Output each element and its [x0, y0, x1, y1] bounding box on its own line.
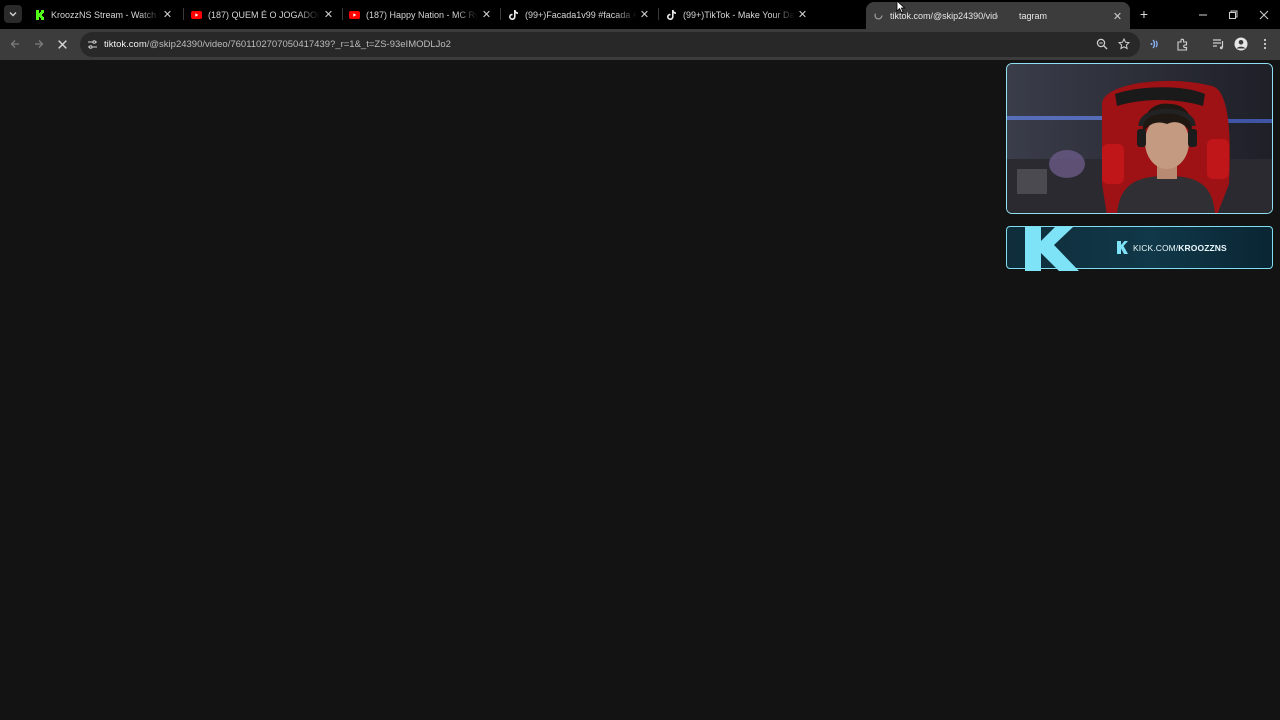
address-bar[interactable]: tiktok.com/@skip24390/video/760110270705… [80, 32, 1140, 57]
kick-channel-name: KROOZZNS [1178, 243, 1227, 253]
tab-title-tail: tagram [1019, 11, 1048, 21]
new-tab-button[interactable]: + [1137, 7, 1151, 21]
mouse-cursor-icon [896, 0, 906, 14]
forward-button[interactable] [31, 36, 47, 52]
tab-tiktok-make-your-day[interactable]: (99+)TikTok - Make Your Day ✕ [659, 0, 816, 29]
close-icon [57, 39, 67, 49]
webcam-scene [1007, 64, 1272, 213]
tab-happy-nation[interactable]: (187) Happy Nation - MC Ryan ✕ [343, 0, 500, 29]
minimize-icon [1199, 14, 1207, 15]
url-path: /@skip24390/video/7601102707050417439?_r… [146, 39, 451, 50]
chevron-down-icon [9, 12, 17, 17]
kick-icon [1117, 241, 1128, 254]
close-icon[interactable]: ✕ [323, 9, 334, 21]
tiktok-icon [508, 9, 519, 20]
extensions-icon[interactable] [1174, 36, 1190, 52]
arrow-right-icon [35, 40, 44, 48]
tab-title: (99+)TikTok - Make Your Day [683, 9, 795, 20]
youtube-icon [191, 9, 202, 20]
close-window-button[interactable] [1249, 0, 1279, 29]
tab-facada[interactable]: (99+)Facada1v99 #facada #facada ✕ [501, 0, 658, 29]
zoom-icon[interactable] [1094, 36, 1110, 52]
close-icon[interactable]: ✕ [797, 9, 808, 21]
tab-title: KroozzNS Stream - Watch Live [51, 9, 161, 20]
minimize-button[interactable] [1188, 0, 1218, 29]
close-icon[interactable]: ✕ [481, 9, 492, 21]
close-icon[interactable]: ✕ [1112, 11, 1123, 23]
tiktok-icon [666, 9, 677, 20]
read-aloud-icon[interactable] [1149, 36, 1165, 52]
restore-button[interactable] [1218, 0, 1248, 29]
tab-title: (187) QUEM É O JOGADOR PRO [208, 9, 320, 20]
loading-icon [873, 10, 884, 21]
tab-strip: KroozzNS Stream - Watch Live ✕ (187) QUE… [0, 0, 1280, 29]
kick-channel-banner: KICK.COM/KROOZZNS [1006, 226, 1273, 271]
close-icon [1259, 10, 1269, 19]
stop-loading-button[interactable] [54, 36, 70, 52]
profile-avatar-icon[interactable] [1233, 36, 1249, 52]
plus-icon: + [1139, 6, 1149, 22]
arrow-left-icon [10, 40, 19, 48]
youtube-icon [349, 9, 360, 20]
kick-logo-icon [1025, 227, 1079, 271]
kick-url-prefix: KICK.COM/ [1133, 243, 1179, 253]
tab-title: (187) Happy Nation - MC Ryan [366, 9, 478, 20]
kick-channel-url: KICK.COM/KROOZZNS [1133, 243, 1227, 253]
restore-icon [1229, 10, 1238, 19]
tab-quem-e-o-jogador[interactable]: (187) QUEM É O JOGADOR PRO ✕ [184, 0, 342, 29]
tab-kroozzns-stream[interactable]: KroozzNS Stream - Watch Live ✕ [26, 0, 181, 29]
tab-search-button[interactable] [4, 5, 22, 23]
url-text: tiktok.com/@skip24390/video/760110270705… [104, 39, 451, 50]
kick-icon [34, 9, 45, 20]
tab-title: (99+)Facada1v99 #facada #facada [525, 9, 637, 20]
media-control-icon[interactable] [1210, 36, 1226, 52]
url-host: tiktok.com [104, 39, 147, 50]
browser-toolbar: tiktok.com/@skip24390/video/760110270705… [0, 29, 1280, 60]
site-info-icon[interactable] [86, 38, 98, 50]
close-icon[interactable]: ✕ [639, 9, 650, 21]
bookmark-star-icon[interactable] [1116, 36, 1132, 52]
more-menu-icon[interactable] [1257, 36, 1273, 52]
tab-title: tiktok.com/@skip24390/video/ [890, 10, 998, 21]
close-icon[interactable]: ✕ [162, 9, 173, 21]
streamer-webcam-overlay [1006, 63, 1273, 214]
back-button[interactable] [7, 36, 23, 52]
